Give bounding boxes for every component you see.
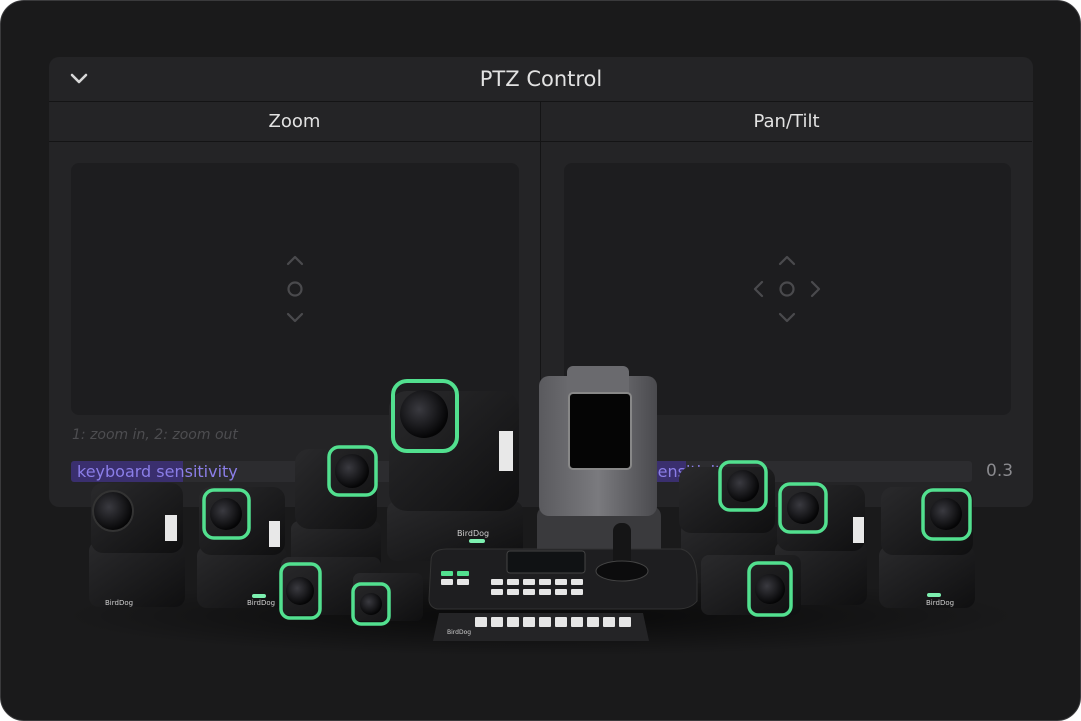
- zoom-direction-icon: [286, 255, 304, 323]
- box-camera-left: [279, 557, 381, 620]
- pan-tilt-pad[interactable]: [564, 163, 1011, 415]
- box-camera-right: [701, 555, 801, 617]
- app-window: PTZ Control Zoom Pan/Tilt 1: zoom in, 2:…: [0, 0, 1081, 721]
- pan-tilt-sensitivity-slider[interactable]: keyboard sensitivity: [564, 461, 972, 482]
- svg-text:BirdDog: BirdDog: [447, 629, 471, 636]
- ptz-control-panel: PTZ Control Zoom Pan/Tilt 1: zoom in, 2:…: [49, 57, 1033, 507]
- panel-title: PTZ Control: [479, 67, 603, 91]
- column-divider: [540, 102, 541, 507]
- pan-tilt-header: Pan/Tilt: [541, 102, 1032, 142]
- pan-tilt-direction-icon: [753, 255, 821, 323]
- zoom-sensitivity-slider[interactable]: keyboard sensitivity: [71, 461, 519, 482]
- svg-text:BirdDog: BirdDog: [926, 599, 954, 607]
- svg-text:BirdDog: BirdDog: [247, 599, 275, 607]
- zoom-sensitivity-label: keyboard sensitivity: [77, 462, 238, 481]
- zoom-pad[interactable]: [71, 163, 519, 415]
- panel-header: PTZ Control: [49, 57, 1033, 102]
- svg-text:BirdDog: BirdDog: [457, 529, 489, 538]
- pan-tilt-sensitivity-value: 0.3: [986, 461, 1014, 481]
- box-camera-left-small: [351, 573, 423, 626]
- zoom-hint: 1: zoom in, 2: zoom out: [72, 427, 238, 443]
- ptz-controller: [428, 523, 698, 610]
- zoom-header: Zoom: [49, 102, 541, 142]
- svg-text:BirdDog: BirdDog: [105, 599, 133, 607]
- pan-tilt-sensitivity-label: keyboard sensitivity: [570, 462, 731, 481]
- switcher-panel: BirdDog: [433, 613, 649, 641]
